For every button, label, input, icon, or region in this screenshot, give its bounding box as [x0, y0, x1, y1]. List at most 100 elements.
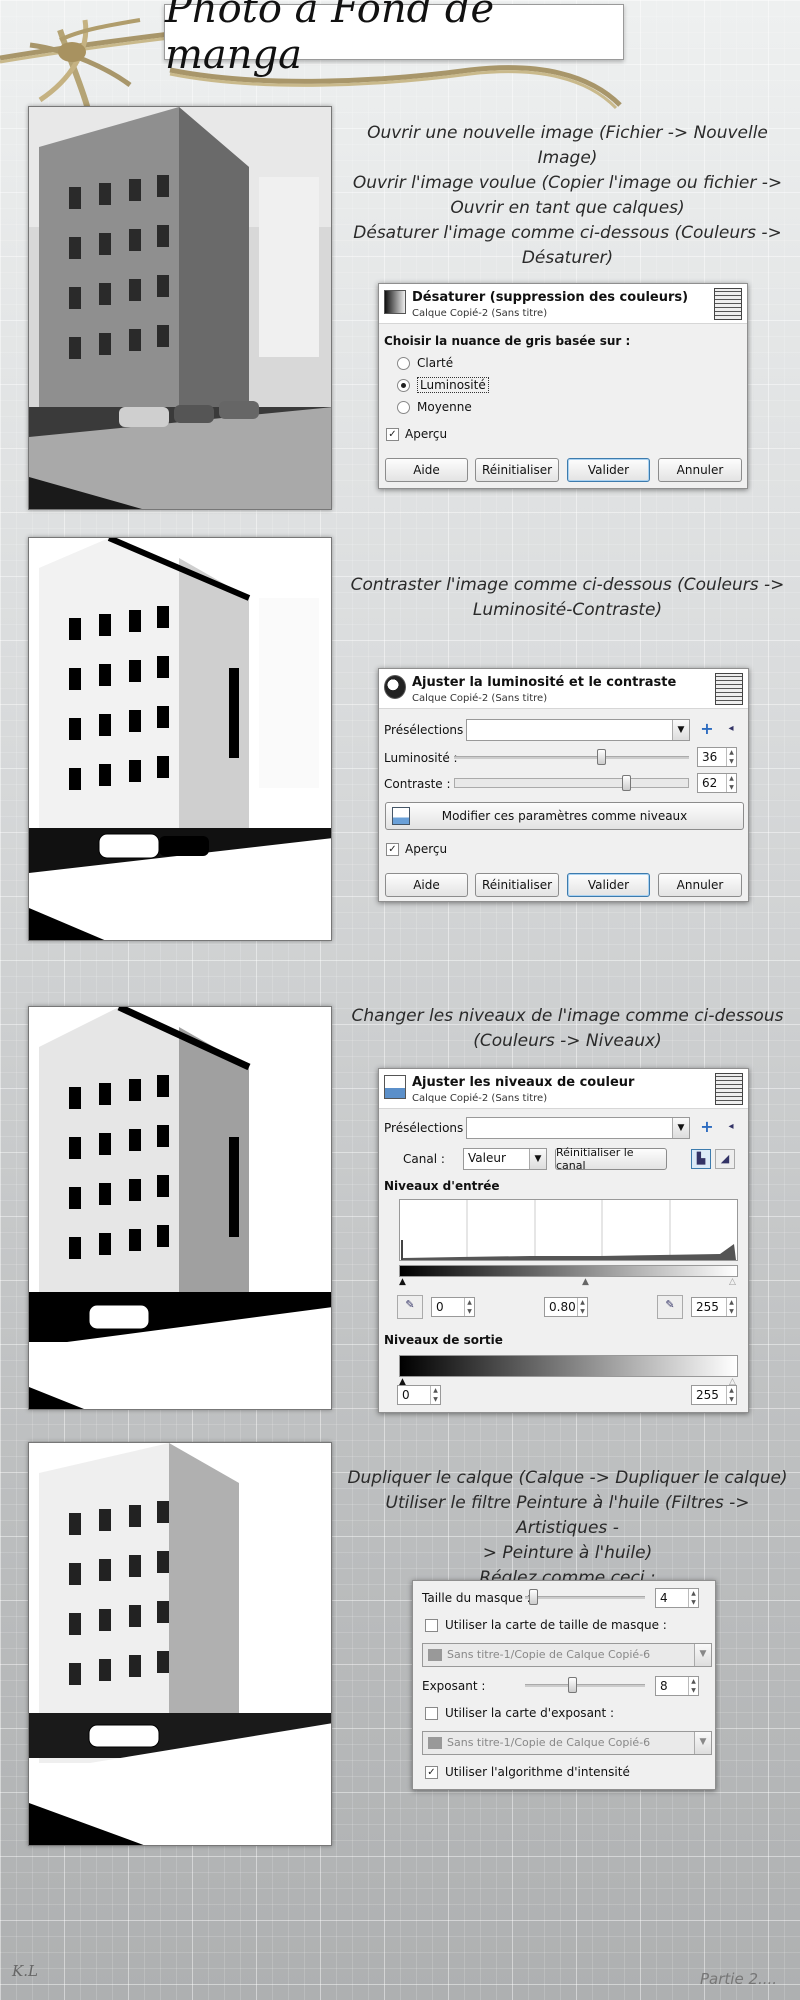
channel-combo[interactable]: Valeur ▼	[463, 1148, 547, 1170]
preview-label: Aperçu	[405, 427, 448, 441]
cancel-button[interactable]: Annuler	[658, 873, 742, 897]
chevron-down-icon: ▼	[672, 1118, 689, 1138]
output-low-value: 0	[402, 1388, 410, 1402]
exponent-label: Exposant :	[422, 1679, 486, 1693]
intensity-checkbox[interactable]: ✓	[425, 1766, 438, 1779]
dialog-header: Désaturer (suppression des couleurs) Cal…	[379, 284, 747, 324]
presets-combo[interactable]: ▼	[466, 1117, 690, 1139]
histogram	[399, 1199, 738, 1261]
cancel-button[interactable]: Annuler	[658, 458, 742, 482]
black-point-handle[interactable]: ▲	[399, 1277, 406, 1287]
dialog-subtitle: Calque Copié-2 (Sans titre)	[412, 308, 548, 319]
mask-map-value: Sans titre-1/Copie de Calque Copié-6	[447, 1648, 651, 1661]
spin-arrows-icon[interactable]: ▲ ▼	[726, 1298, 736, 1316]
output-high-value: 255	[696, 1388, 719, 1402]
spin-arrows-icon[interactable]: ▲ ▼	[688, 1677, 698, 1695]
step2-instructions: Contraster l'image comme ci-dessous (Cou…	[340, 573, 795, 623]
ok-button[interactable]: Valider	[567, 873, 650, 897]
step4-instructions: Dupliquer le calque (Calque -> Dupliquer…	[340, 1466, 795, 1591]
brightness-input[interactable]: 36 ▲ ▼	[697, 747, 737, 767]
instruction-line: Contraster l'image comme ci-dessous (Cou…	[350, 575, 785, 595]
use-mask-map-checkbox[interactable]	[425, 1619, 438, 1632]
mask-size-input[interactable]: 4 ▲ ▼	[655, 1588, 699, 1608]
contrast-value: 62	[702, 776, 718, 790]
dialog-title: Ajuster la luminosité et le contraste	[412, 675, 677, 690]
layer-thumbnail-icon	[714, 288, 742, 320]
mask-size-knob[interactable]	[529, 1589, 538, 1605]
instruction-line: Ouvrir en tant que calques)	[450, 198, 685, 218]
contrast-input[interactable]: 62 ▲ ▼	[697, 773, 737, 793]
edit-as-levels-button[interactable]: Modifier ces paramètres comme niveaux	[385, 802, 744, 830]
instruction-line: Désaturer)	[521, 248, 614, 268]
instruction-line: Changer les niveaux de l'image comme ci-…	[351, 1006, 784, 1026]
input-gamma-value: 0.80	[549, 1300, 576, 1314]
reset-channel-button[interactable]: Réinitialiser le canal	[555, 1146, 667, 1172]
mask-map-select[interactable]: Sans titre-1/Copie de Calque Copié-6 ▼	[422, 1643, 712, 1667]
channel-label: Canal :	[403, 1152, 445, 1166]
radio-luminosite[interactable]	[397, 379, 410, 392]
exponent-knob[interactable]	[568, 1677, 577, 1693]
input-low-field[interactable]: 0 ▲ ▼	[431, 1297, 475, 1317]
reset-button[interactable]: Réinitialiser	[475, 873, 559, 897]
contrast-track[interactable]	[454, 778, 689, 788]
brightness-contrast-dialog: Ajuster la luminosité et le contraste Ca…	[378, 668, 749, 902]
spin-arrows-icon[interactable]: ▲ ▼	[577, 1298, 587, 1316]
use-exponent-map-checkbox[interactable]	[425, 1707, 438, 1720]
preview-checkbox[interactable]: ✓	[386, 428, 399, 441]
radio-label: Clarté	[417, 356, 454, 370]
gamma-handle[interactable]: ▲	[582, 1277, 589, 1287]
presets-combo[interactable]: ▼	[466, 719, 690, 741]
brightness-knob[interactable]	[597, 749, 606, 765]
photo-levels	[28, 1006, 332, 1410]
spin-arrows-icon[interactable]: ▲ ▼	[726, 774, 736, 792]
add-preset-icon[interactable]: +	[697, 1118, 717, 1138]
add-preset-icon[interactable]: +	[697, 720, 717, 740]
spin-arrows-icon[interactable]: ▲ ▼	[464, 1298, 474, 1316]
preview-checkbox[interactable]: ✓	[386, 843, 399, 856]
instruction-line: Ouvrir une nouvelle image (Fichier -> No…	[367, 123, 768, 168]
brightness-track[interactable]	[454, 756, 689, 759]
input-gamma-field[interactable]: 0.80 ▲ ▼	[544, 1297, 588, 1317]
instruction-line: (Couleurs -> Niveaux)	[473, 1031, 662, 1051]
layer-icon	[428, 1649, 442, 1661]
dialog-header: Ajuster les niveaux de couleur Calque Co…	[379, 1069, 748, 1109]
page-title: Photo à Fond de manga	[165, 0, 495, 78]
radio-moyenne[interactable]	[397, 401, 410, 414]
output-low-field[interactable]: 0 ▲ ▼	[397, 1385, 441, 1405]
presets-label: Présélections :	[384, 723, 472, 737]
output-high-field[interactable]: 255 ▲ ▼	[691, 1385, 737, 1405]
spin-arrows-icon[interactable]: ▲ ▼	[688, 1589, 698, 1607]
output-gradient	[399, 1355, 738, 1377]
linear-histogram-icon[interactable]: ▙	[691, 1149, 711, 1169]
radio-label: Luminosité	[417, 377, 489, 393]
preset-menu-icon[interactable]: ◂	[721, 1118, 741, 1138]
presets-label: Présélections :	[384, 1121, 472, 1135]
instruction-line: Ouvrir l'image voulue (Copier l'image ou…	[352, 173, 783, 193]
black-eyedropper-icon[interactable]: ✎	[397, 1295, 423, 1319]
dialog-subtitle: Calque Copié-2 (Sans titre)	[412, 1093, 548, 1104]
spin-arrows-icon[interactable]: ▲ ▼	[726, 1386, 736, 1404]
white-eyedropper-icon[interactable]: ✎	[657, 1295, 683, 1319]
edit-as-levels-label: Modifier ces paramètres comme niveaux	[441, 809, 688, 823]
input-high-field[interactable]: 255 ▲ ▼	[691, 1297, 737, 1317]
help-button[interactable]: Aide	[385, 873, 468, 897]
exponent-map-select[interactable]: Sans titre-1/Copie de Calque Copié-6 ▼	[422, 1731, 712, 1755]
spin-arrows-icon[interactable]: ▲ ▼	[726, 748, 736, 766]
exponent-input[interactable]: 8 ▲ ▼	[655, 1676, 699, 1696]
reset-button[interactable]: Réinitialiser	[475, 458, 559, 482]
title-banner: Photo à Fond de manga	[164, 0, 624, 78]
contrast-knob[interactable]	[622, 775, 631, 791]
mask-size-track[interactable]	[525, 1596, 645, 1599]
radio-clarte[interactable]	[397, 357, 410, 370]
white-point-handle[interactable]: △	[729, 1277, 736, 1287]
signature: K.L	[12, 1962, 38, 1980]
preset-menu-icon[interactable]: ◂	[721, 720, 741, 740]
log-histogram-icon[interactable]: ◢	[715, 1149, 735, 1169]
mask-size-label: Taille du masque :	[422, 1591, 531, 1605]
brightness-icon	[384, 675, 406, 699]
spin-arrows-icon[interactable]: ▲ ▼	[430, 1386, 440, 1404]
exponent-track[interactable]	[525, 1684, 645, 1687]
ok-button[interactable]: Valider	[567, 458, 650, 482]
photo-oil-paint	[28, 1442, 332, 1846]
help-button[interactable]: Aide	[385, 458, 468, 482]
